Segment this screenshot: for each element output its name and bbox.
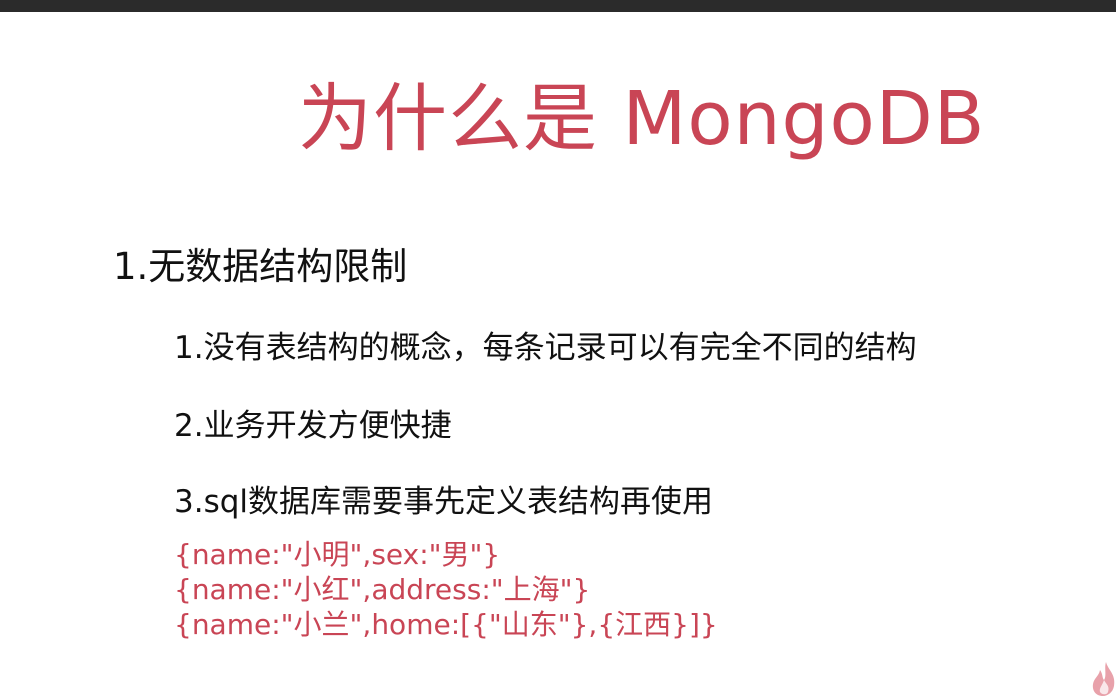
code-example-line-1: {name:"小明",sex:"男"} (174, 538, 501, 571)
presentation-slide: 为什么是 MongoDB 1.无数据结构限制 1.没有表结构的概念，每条记录可以… (0, 12, 1116, 696)
window-top-bar (0, 0, 1116, 12)
code-example-line-3: {name:"小兰",home:[{"山东"},{江西}]} (174, 608, 718, 641)
code-example-line-2: {name:"小红",address:"上海"} (174, 573, 591, 606)
slide-title: 为什么是 MongoDB (298, 76, 986, 162)
bullet-point-2: 2.业务开发方便快捷 (174, 408, 452, 444)
bullet-point-1: 1.没有表结构的概念，每条记录可以有完全不同的结构 (174, 330, 917, 366)
flame-icon (1092, 662, 1115, 696)
section-heading: 1.无数据结构限制 (113, 245, 408, 288)
bullet-point-3: 3.sql数据库需要事先定义表结构再使用 (174, 484, 714, 520)
